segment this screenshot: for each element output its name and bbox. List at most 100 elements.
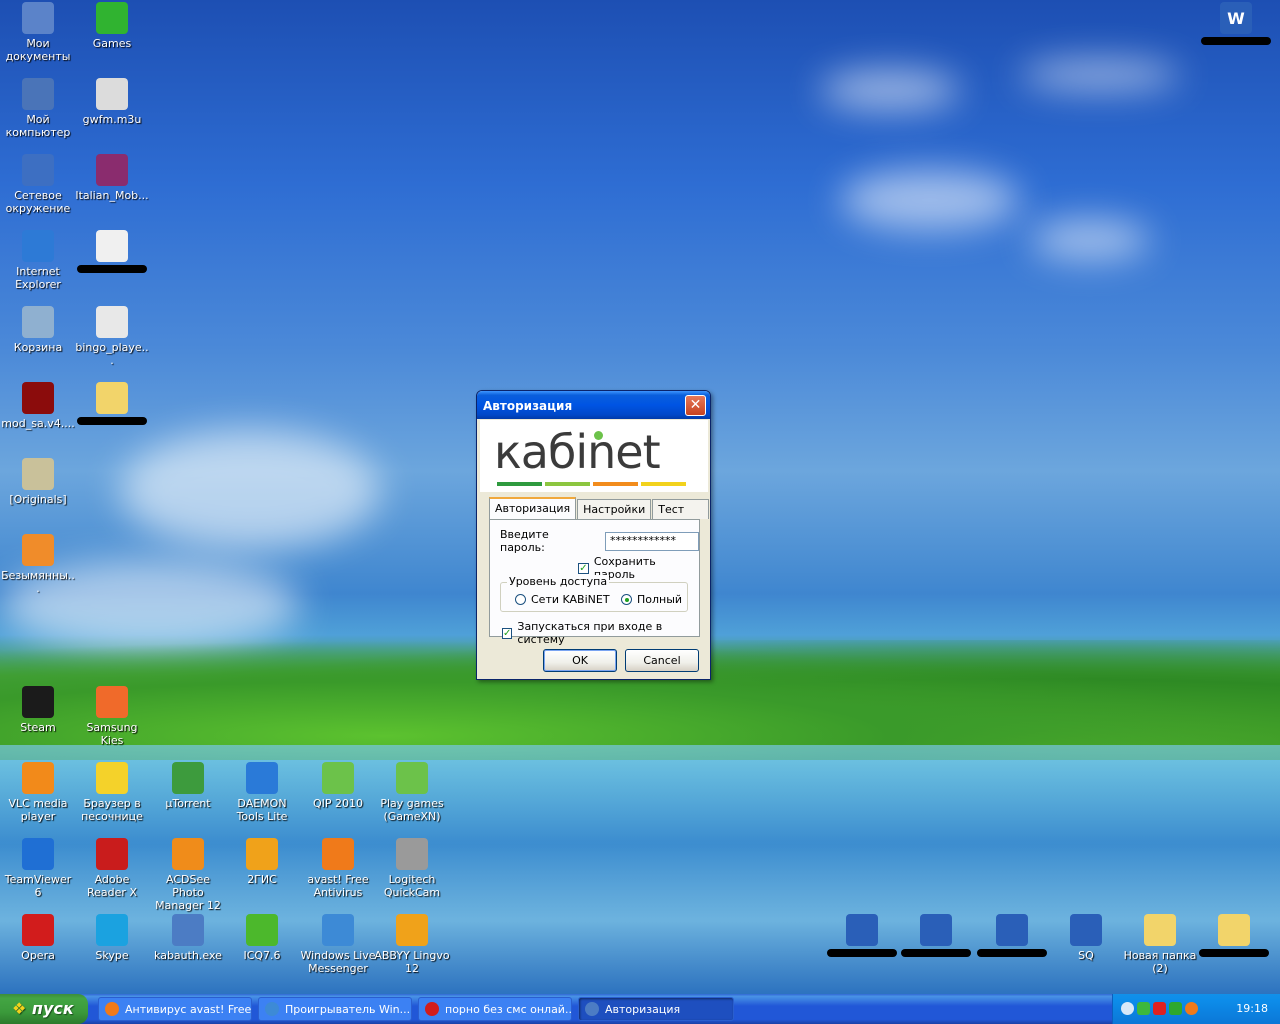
word-doc-icon: W [1220,2,1252,34]
desktop-icon[interactable]: µTorrent [150,762,226,810]
desktop-icon-label: Новая папка (2) [1123,949,1197,975]
desktop-icon[interactable]: ACDSee Photo Manager 12 [150,838,226,912]
windows-logo-icon: ❖ [12,999,27,1018]
save-password-checkbox[interactable]: ✓ [578,562,589,574]
tab-authorization[interactable]: Авторизация [489,497,577,519]
task-media-player[interactable]: Проигрыватель Win... [258,997,412,1021]
desktop-icon[interactable]: mod_sa.v4.... [0,382,76,430]
desktop-icon[interactable]: avast! Free Antivirus [300,838,376,899]
password-input[interactable]: ************ [605,531,699,551]
desktop-icon[interactable] [974,914,1050,957]
desktop-icon-label: Безымянны... [1,569,75,595]
desktop-icon[interactable]: [Originals] [0,458,76,506]
redacted-label [77,417,147,425]
desktop-icon[interactable]: Новая папка (2) [1122,914,1198,975]
desktop-icon-label: bingo_playe... [75,341,149,367]
tray-expand-icon[interactable] [1121,1002,1134,1015]
tab-settings[interactable]: Настройки [577,499,652,519]
desktop-icon[interactable]: Italian_Mob... [74,154,150,202]
desktop-icon[interactable]: ICQ7.6 [224,914,300,962]
vlc-icon [22,762,54,794]
desktop-icon-label: Steam [20,721,56,734]
desktop-icon-label: kabauth.exe [154,949,222,962]
desktop-icon[interactable] [898,914,974,957]
redacted-label [1199,949,1269,957]
start-button[interactable]: ❖ пуск [0,994,88,1024]
radio-full[interactable] [621,594,632,605]
kabinet-logo: кабinet [480,420,708,492]
desktop-icon-label: avast! Free Antivirus [307,873,369,899]
desktop-icon[interactable]: kabauth.exe [150,914,226,962]
desktop-icon[interactable]: Adobe Reader X [74,838,150,899]
tab-network-test[interactable]: Тест сети [652,499,709,529]
desktop-icon[interactable] [74,230,150,273]
desktop-icon[interactable]: Сетевое окружение [0,154,76,215]
desktop-icon[interactable]: VLC media player [0,762,76,823]
desktop-icon-label: DAEMON Tools Lite [236,797,288,823]
ok-button[interactable]: OK [543,649,617,672]
desktop-icon[interactable]: Корзина [0,306,76,354]
desktop-icon[interactable]: TeamViewer 6 [0,838,76,899]
desktop-icon-label: TeamViewer 6 [4,873,72,899]
desktop-icon[interactable]: Windows Live Messenger [300,914,376,975]
task-avast[interactable]: Антивирус avast! Free ... [98,997,252,1021]
tab-panel-authorization: Введите пароль: ************ ✓ Сохранить… [489,519,700,646]
desktop-icon[interactable]: QIP 2010 [300,762,376,810]
desktop-icon-top-right-doc[interactable]: W [1198,2,1274,45]
2gis-icon [246,838,278,870]
logo-bar [497,482,542,486]
radio-network-only[interactable] [515,594,526,605]
desktop-icon-label: Браузер в песочнице [81,797,143,823]
desktop-icon[interactable]: Steam [0,686,76,734]
desktop-icon[interactable]: Games [74,2,150,50]
desktop-icon[interactable]: Play games (GameXN) [374,762,450,823]
desktop-icon-label: Games [92,37,132,50]
dialog-titlebar[interactable]: Авторизация ✕ [477,391,710,419]
desktop-icon[interactable]: Internet Explorer [0,230,76,291]
cancel-button[interactable]: Cancel [625,649,699,672]
desktop-icon-label: ICQ7.6 [243,949,281,962]
desktop-icon[interactable]: Skype [74,914,150,962]
desktop-icon[interactable]: Samsung Kies [74,686,150,747]
desktop-icon[interactable]: Opera [0,914,76,962]
close-button[interactable]: ✕ [685,395,706,416]
tray-network-icon[interactable] [1137,1002,1150,1015]
desktop-icon[interactable]: Браузер в песочнице [74,762,150,823]
dialog-title: Авторизация [483,399,573,413]
folder-icon [96,382,128,414]
desktop-icon[interactable]: Безымянны... [0,534,76,595]
desktop-icon[interactable]: 2ГИС [224,838,300,886]
task-label: Авторизация [605,1003,681,1016]
webcam-icon [396,838,428,870]
tray-avast-icon[interactable] [1185,1002,1198,1015]
desktop-icon[interactable]: Мои документы [0,2,76,63]
desktop-icon[interactable]: gwfm.m3u [74,78,150,126]
desktop-icon-label: Italian_Mob... [75,189,149,202]
desktop-icon[interactable]: ABBYY Lingvo 12 [374,914,450,975]
desktop-icon[interactable]: bingo_playe... [74,306,150,367]
task-opera[interactable]: порно без смс онлай... [418,997,572,1021]
desktop-icon[interactable]: DAEMON Tools Lite [224,762,300,823]
kies-icon [96,686,128,718]
desktop-icon[interactable]: Logitech QuickCam [374,838,450,899]
tray-alert-icon[interactable] [1153,1002,1166,1015]
desktop-icon[interactable]: Мой компьютер [0,78,76,139]
desktop-icon[interactable] [74,382,150,425]
autostart-row[interactable]: ✓ Запускаться при входе в систему [502,620,699,646]
redacted-label [77,265,147,273]
dialog-tabs: Авторизация Настройки Тест сети [489,497,710,529]
desktop-icon[interactable] [824,914,900,957]
desktop-icon-label: Logitech QuickCam [383,873,441,899]
radio-network-row[interactable]: Сети KABiNET [515,593,610,606]
autostart-checkbox[interactable]: ✓ [502,627,513,639]
winrar-icon [96,154,128,186]
task-authorization[interactable]: Авторизация [578,997,734,1021]
desktop-icon[interactable]: SQ [1048,914,1124,962]
desktop-icon[interactable] [1196,914,1272,957]
text-file-icon [96,230,128,262]
radio-full-row[interactable]: Полный [621,593,682,606]
messenger-icon [322,914,354,946]
radio-full-label: Полный [637,593,683,606]
tray-safely-remove-icon[interactable] [1169,1002,1182,1015]
cloud [1030,220,1150,260]
